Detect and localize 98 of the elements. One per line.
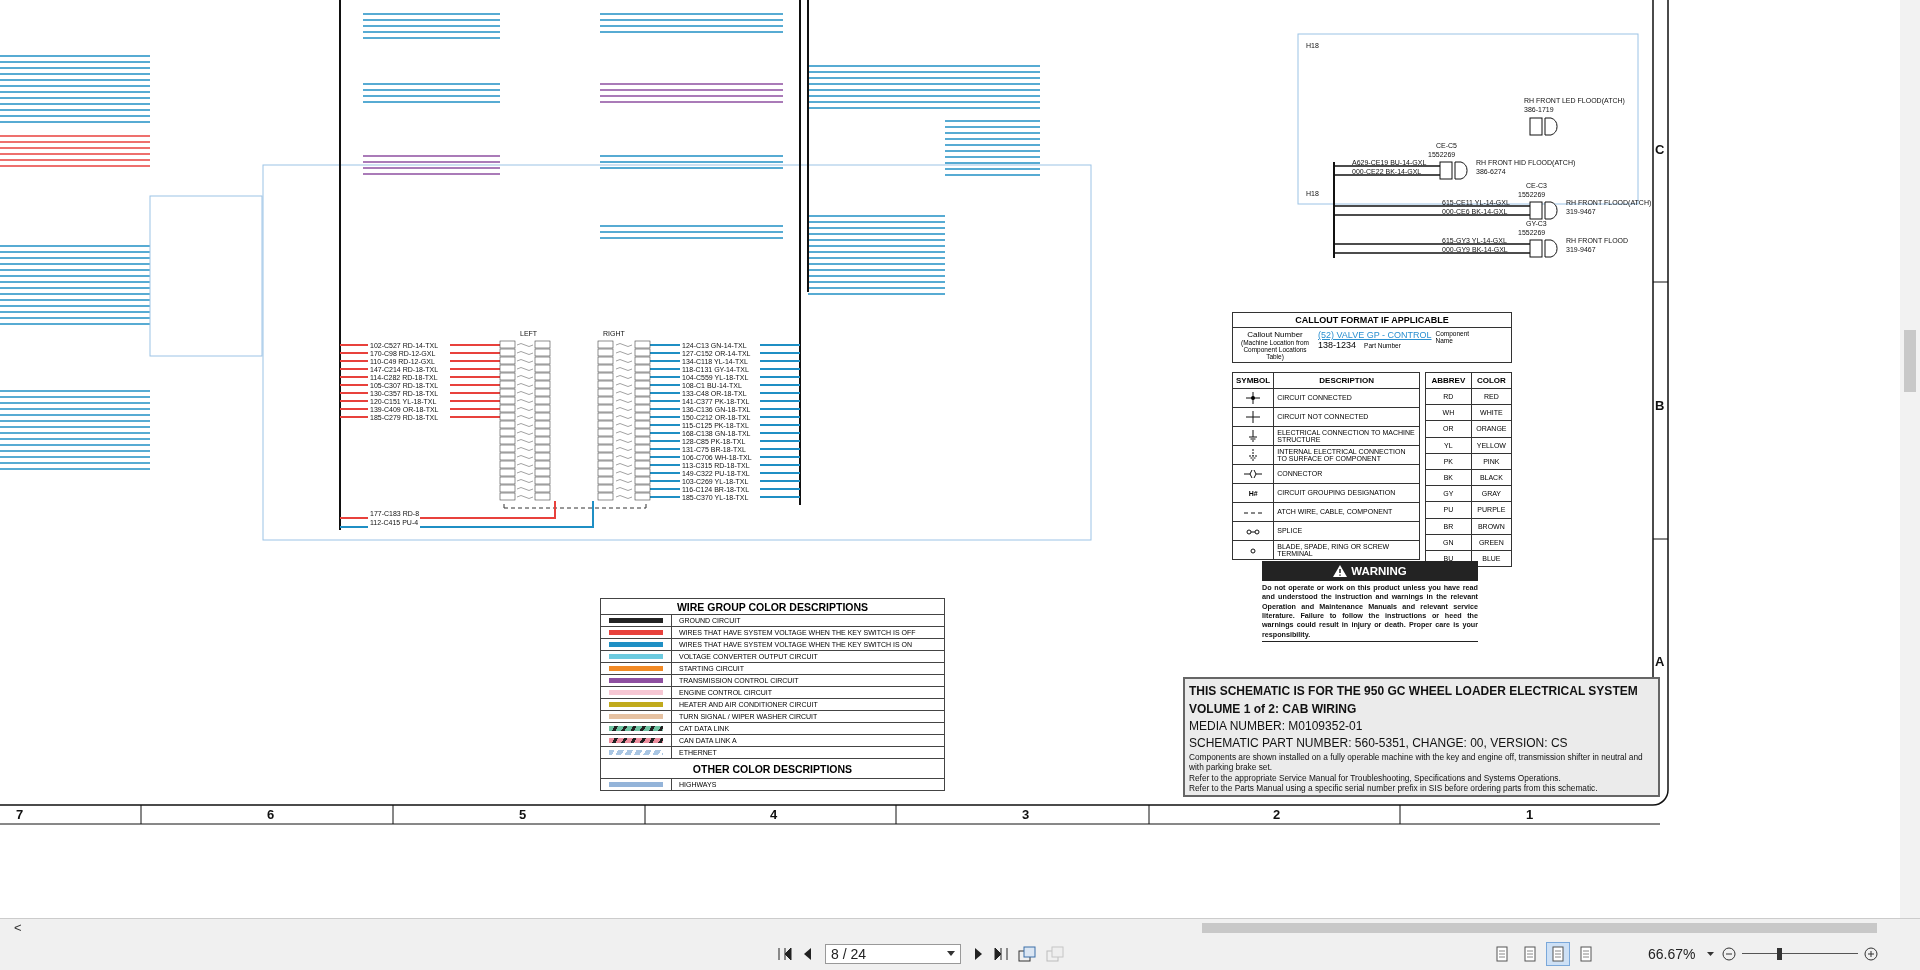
wire bbox=[650, 448, 680, 450]
lamp-icon bbox=[1544, 239, 1558, 258]
zoom-value[interactable]: 66.67% bbox=[1648, 945, 1703, 962]
connector-icon bbox=[1529, 201, 1543, 220]
wire bbox=[650, 368, 680, 370]
column-header: ABBREV bbox=[1425, 372, 1472, 389]
pages-icon bbox=[1018, 945, 1036, 962]
wire bbox=[650, 408, 680, 410]
schematic-title: VOLUME 1 of 2: CAB WIRING bbox=[1189, 701, 1358, 718]
wire bbox=[650, 384, 680, 386]
wire bbox=[450, 360, 500, 362]
wire bbox=[650, 400, 680, 402]
wire bbox=[450, 384, 500, 386]
connector-icon bbox=[1244, 469, 1263, 479]
table-title: CALLOUT FORMAT IF APPLICABLE bbox=[1233, 313, 1511, 328]
last-page-icon bbox=[994, 947, 1008, 960]
wire bbox=[450, 416, 500, 418]
column-number: 6 bbox=[267, 807, 275, 822]
column-header: SYMBOL bbox=[1232, 372, 1274, 389]
schematic-title: THIS SCHEMATIC IS FOR THE 950 GC WHEEL LOADER ELECTRICAL SYSTEM bbox=[1189, 683, 1639, 700]
wire bbox=[650, 496, 680, 498]
lamp-icon bbox=[1529, 117, 1558, 136]
page-layout-icon bbox=[1578, 945, 1594, 962]
wire bbox=[650, 344, 680, 346]
table-title: WIRE GROUP COLOR DESCRIPTIONS bbox=[601, 599, 944, 615]
connected-symbol-icon bbox=[1246, 392, 1261, 404]
wire bbox=[650, 392, 680, 394]
wire bbox=[650, 456, 680, 458]
horizontal-scrollbar[interactable]: < bbox=[0, 918, 1920, 937]
first-page-icon bbox=[778, 947, 792, 960]
connector-icon bbox=[1529, 239, 1543, 258]
column-number: 1 bbox=[1526, 807, 1534, 822]
scroll-left-button[interactable]: < bbox=[14, 920, 22, 935]
minus-circle-icon bbox=[1722, 946, 1736, 961]
wire bbox=[650, 352, 680, 354]
wire bbox=[650, 416, 680, 418]
column-number: 4 bbox=[770, 807, 778, 822]
page-layout-icon bbox=[1494, 945, 1510, 962]
column-number: 7 bbox=[16, 807, 24, 822]
terminal-icon bbox=[1250, 547, 1257, 554]
wire bbox=[450, 392, 500, 394]
wire bbox=[450, 368, 500, 370]
wire bbox=[650, 360, 680, 362]
zoom-in-button[interactable] bbox=[1862, 944, 1880, 963]
wire bbox=[450, 400, 500, 402]
vertical-scrollbar[interactable] bbox=[1900, 0, 1920, 918]
wire bbox=[450, 352, 500, 354]
wire bbox=[650, 432, 680, 434]
zoom-slider-handle[interactable] bbox=[1777, 947, 1783, 960]
column-number: 2 bbox=[1273, 807, 1281, 822]
wire bbox=[650, 472, 680, 474]
row-letter: B bbox=[1655, 398, 1665, 413]
wire bbox=[450, 408, 500, 410]
schematic-note: Components are shown installed on a fully operable machine with the key and engine off, transmission shifter in neutral and with parking brake set. bbox=[1189, 752, 1644, 773]
wire bbox=[650, 464, 680, 466]
crossing-symbol-icon bbox=[1246, 411, 1261, 423]
splice-icon bbox=[1246, 528, 1261, 535]
lamp-icon bbox=[1544, 201, 1558, 220]
wire bbox=[450, 376, 500, 378]
wire bbox=[340, 517, 368, 519]
column-header: DESCRIPTION bbox=[1273, 372, 1420, 389]
connector-icon bbox=[1439, 161, 1453, 180]
row-letter: C bbox=[1655, 142, 1665, 157]
ground-icon bbox=[1248, 430, 1259, 442]
part-number: 138-1234 bbox=[1318, 340, 1357, 350]
wire bbox=[650, 488, 680, 490]
plus-circle-icon bbox=[1864, 946, 1878, 961]
wire bbox=[340, 526, 368, 528]
media-number: MEDIA NUMBER: M0109352-01 bbox=[1189, 718, 1364, 735]
schematic-note: Refer to the appropriate Service Manual for Troubleshooting, Specifications and Systems Operations. bbox=[1189, 772, 1562, 783]
table-title: OTHER COLOR DESCRIPTIONS bbox=[601, 759, 944, 779]
dashed-line-icon bbox=[1244, 510, 1263, 515]
view-mode-button[interactable] bbox=[1546, 941, 1570, 966]
schematic-part-number: SCHEMATIC PART NUMBER: 560-5351, CHANGE: 00, VERSION: CS bbox=[1189, 735, 1569, 752]
column-number: 3 bbox=[1022, 807, 1030, 822]
wire bbox=[650, 440, 680, 442]
pages-icon bbox=[1046, 945, 1064, 962]
schematic-note: Refer to the Parts Manual using a specific serial number prefix in SIS before ordering parts from this schematic. bbox=[1189, 782, 1599, 794]
left-triangle-icon bbox=[802, 947, 812, 960]
warning-icon bbox=[1333, 565, 1348, 577]
page-field[interactable]: 8 / 24 bbox=[825, 943, 961, 964]
column-header: COLOR bbox=[1471, 372, 1512, 389]
zoom-out-button[interactable] bbox=[1720, 944, 1738, 963]
lamp-icon bbox=[1454, 161, 1468, 180]
wire bbox=[650, 376, 680, 378]
wire bbox=[650, 480, 680, 482]
wire bbox=[450, 344, 500, 346]
callout-label: Callout Number bbox=[1247, 330, 1303, 339]
caret-icon[interactable] bbox=[1707, 951, 1714, 956]
page-layout-icon bbox=[1522, 945, 1538, 962]
wire bbox=[650, 424, 680, 426]
row-letter: A bbox=[1655, 654, 1665, 669]
right-triangle-icon bbox=[974, 947, 984, 960]
column-number: 5 bbox=[519, 807, 527, 822]
caret-icon bbox=[947, 951, 955, 956]
ground-icon bbox=[1248, 449, 1259, 461]
page-layout-icon bbox=[1550, 945, 1566, 962]
warning-title: WARNING bbox=[1351, 565, 1407, 577]
